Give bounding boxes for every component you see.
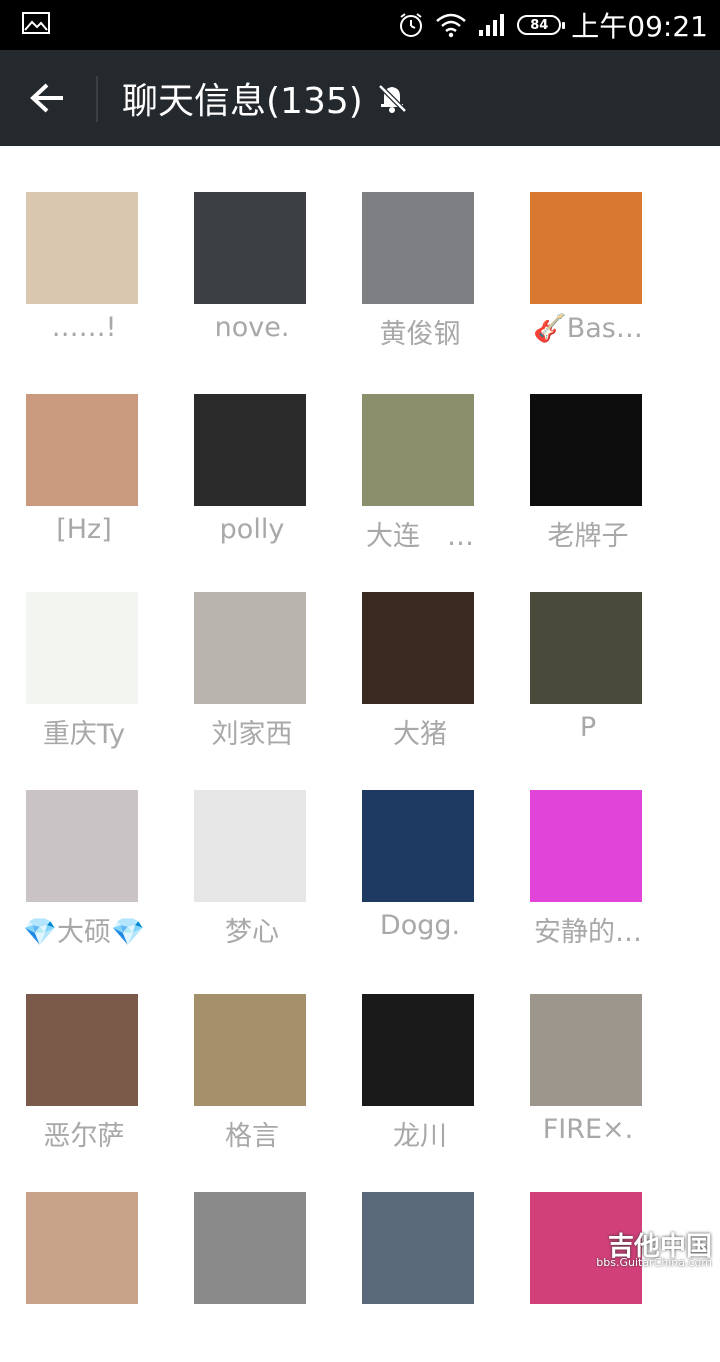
- member-name: 黄俊钢: [379, 319, 461, 350]
- avatar: [530, 790, 642, 902]
- alarm-icon: [400, 13, 423, 37]
- title-divider: [96, 76, 98, 122]
- member-name: 龙川: [393, 1121, 447, 1152]
- avatar: [362, 790, 474, 902]
- member-item[interactable]: 大猪: [336, 592, 504, 762]
- member-item[interactable]: [504, 1192, 672, 1362]
- battery-level: 84: [530, 17, 549, 33]
- member-item[interactable]: FIRE×.: [504, 994, 672, 1164]
- title-bar: 聊天信息(135): [0, 50, 720, 146]
- member-item[interactable]: 刘家西: [168, 592, 336, 762]
- member-item[interactable]: 安静的…: [504, 790, 672, 960]
- status-bar: 84 上午09:21: [0, 0, 720, 50]
- member-item[interactable]: polly: [168, 394, 336, 564]
- avatar: [530, 394, 642, 506]
- member-item[interactable]: 梦心: [168, 790, 336, 960]
- member-item[interactable]: 💎大硕💎: [0, 790, 168, 960]
- member-item[interactable]: 恶尔萨: [0, 994, 168, 1164]
- member-name: 梦心: [225, 917, 279, 948]
- member-name: 重庆Ty: [42, 719, 126, 750]
- avatar: [26, 790, 138, 902]
- avatar: [26, 394, 138, 506]
- member-name: nove.: [214, 312, 290, 343]
- member-item[interactable]: 格言: [168, 994, 336, 1164]
- avatar: [26, 192, 138, 304]
- avatar: [26, 994, 138, 1106]
- member-item[interactable]: P: [504, 592, 672, 762]
- back-button[interactable]: [20, 70, 76, 126]
- status-time: 上午09:21: [571, 10, 708, 43]
- member-name: 格言: [225, 1121, 279, 1152]
- battery-icon: 84: [517, 15, 566, 35]
- member-item[interactable]: [168, 1192, 336, 1362]
- member-grid: ……! nove. 黄俊钢 🎸Bas… [Hz] polly 大连 … 老牌子重庆Ty 刘家西 大…: [0, 146, 720, 1304]
- member-name: 老牌子: [547, 521, 629, 552]
- avatar: [26, 592, 138, 704]
- member-name: ……!: [51, 312, 117, 343]
- member-item[interactable]: [0, 1192, 168, 1362]
- member-name: [Hz]: [56, 514, 112, 545]
- member-name: polly: [219, 514, 285, 545]
- member-item[interactable]: ……!: [0, 192, 168, 362]
- member-name: 恶尔萨: [43, 1121, 125, 1152]
- member-name: 💎大硕💎: [23, 917, 145, 948]
- signal-icon: [479, 14, 505, 36]
- member-name: Dogg.: [379, 910, 461, 941]
- avatar: [362, 192, 474, 304]
- member-item[interactable]: nove.: [168, 192, 336, 362]
- member-name: P: [579, 712, 597, 743]
- bell-muted-icon: [378, 84, 407, 113]
- back-arrow-icon: [30, 83, 63, 113]
- page-title: 聊天信息(135): [122, 81, 363, 122]
- avatar: [194, 790, 306, 902]
- watermark-url: bbs.GuitarChina.com: [596, 1256, 712, 1269]
- avatar: [362, 592, 474, 704]
- member-name: 刘家西: [211, 719, 293, 750]
- member-item[interactable]: [Hz]: [0, 394, 168, 564]
- avatar: [194, 192, 306, 304]
- member-name: 🎸Bas…: [533, 313, 643, 344]
- member-item[interactable]: 🎸Bas…: [504, 192, 672, 362]
- avatar: [194, 592, 306, 704]
- avatar: [362, 994, 474, 1106]
- avatar: [194, 994, 306, 1106]
- member-item[interactable]: 黄俊钢: [336, 192, 504, 362]
- member-name: 大猪: [393, 719, 447, 750]
- member-item[interactable]: 老牌子: [504, 394, 672, 564]
- avatar: [26, 1192, 138, 1304]
- wifi-icon: [436, 13, 467, 38]
- avatar: [530, 994, 642, 1106]
- member-name: 大连 …: [366, 521, 474, 552]
- avatar: [530, 192, 642, 304]
- member-item[interactable]: Dogg.: [336, 790, 504, 960]
- avatar: [362, 1192, 474, 1304]
- avatar: [194, 1192, 306, 1304]
- member-name: FIRE×.: [542, 1114, 634, 1145]
- avatar: [194, 394, 306, 506]
- avatar: [530, 592, 642, 704]
- image-icon: [22, 12, 50, 34]
- avatar: [362, 394, 474, 506]
- member-item[interactable]: [336, 1192, 504, 1362]
- member-item[interactable]: 重庆Ty: [0, 592, 168, 762]
- member-item[interactable]: 龙川: [336, 994, 504, 1164]
- member-item[interactable]: 大连 …: [336, 394, 504, 564]
- watermark-logo: 吉他中国 bbs.GuitarChina.com: [564, 1226, 712, 1274]
- member-name: 安静的…: [534, 917, 642, 948]
